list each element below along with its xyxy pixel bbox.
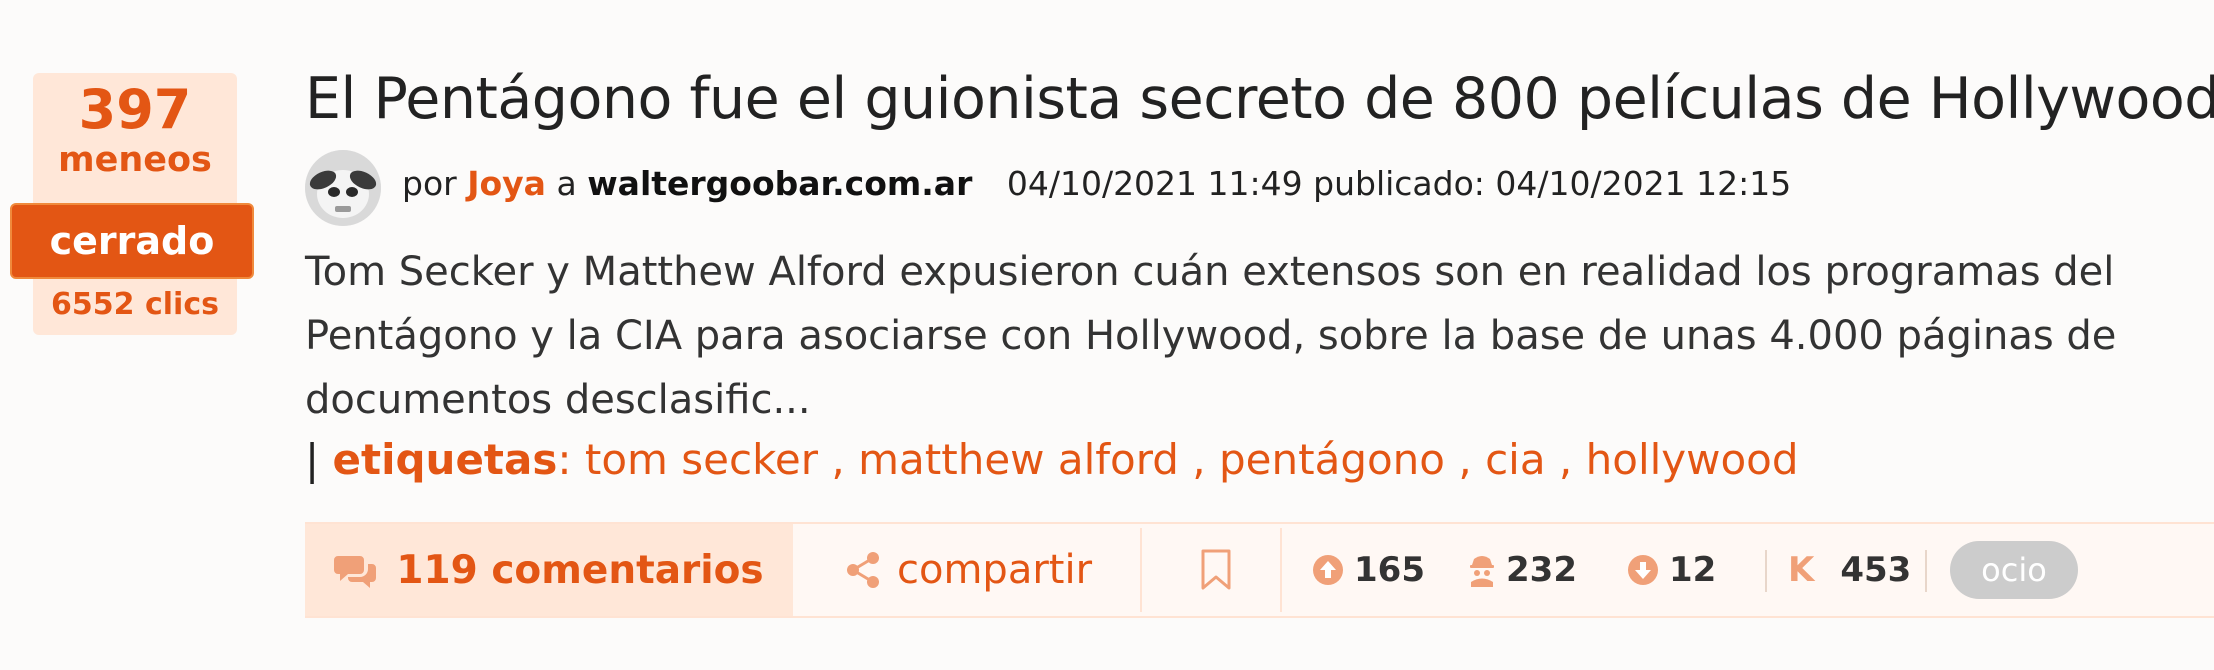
story-toolbar: 119 comentarios compartir 165 232 12 K 4… [305,522,2214,618]
tag-separator: , [818,435,859,484]
domain-link[interactable]: waltergoobar.com.ar [587,164,972,203]
tag-link[interactable]: hollywood [1586,435,1799,484]
arrow-up-circle-icon [1312,554,1344,586]
story-summary: Tom Secker y Matthew Alford expusieron c… [305,249,2117,423]
tags-label: etiquetas [332,435,558,484]
toolbar-divider [1280,528,1282,612]
votes-label: meneos [58,140,212,180]
stat-divider [1765,550,1767,592]
avatar[interactable] [305,150,381,226]
comments-button[interactable]: 119 comentarios [305,524,793,616]
karma: K 453 [1788,524,1911,616]
karma-icon: K [1788,550,1815,590]
sub-badge[interactable]: ocio [1950,541,2078,599]
at-word: a [556,164,577,203]
tags-line: | etiquetas: tom secker , matthew alford… [305,428,1799,492]
tags-divider: | [305,435,333,484]
anonymous-icon [1468,553,1496,587]
share-icon [845,551,881,589]
bookmark-icon [1201,549,1231,590]
tag-link[interactable]: matthew alford [858,435,1179,484]
tag-separator: , [1545,435,1586,484]
comments-label: 119 comentarios [396,547,764,593]
sent-date: 04/10/2021 11:49 [1006,164,1303,203]
bookmark-button[interactable] [1198,548,1234,592]
tag-separator: , [1445,435,1486,484]
votes-down: 12 [1627,524,1716,616]
votes-count: 397 [78,78,192,141]
clicks-count: 6552 clics [51,287,219,322]
votes-up-count: 165 [1354,550,1425,590]
tags-colon: : [557,435,585,484]
votes-down-count: 12 [1669,550,1717,590]
votes-anonymous: 232 [1468,524,1577,616]
votes-anonymous-count: 232 [1506,550,1577,590]
stat-divider [1925,550,1927,592]
share-label: compartir [897,547,1093,593]
status-button[interactable]: cerrado [10,203,254,279]
author-link[interactable]: Joya [467,164,546,203]
story-title[interactable]: El Pentágono fue el guionista secreto de… [305,68,2214,131]
tag-separator: , [1178,435,1219,484]
share-button[interactable]: compartir [845,524,1092,616]
avatar-image [305,150,381,226]
comments-icon [334,552,378,588]
karma-value: 453 [1840,550,1912,590]
tag-link[interactable]: tom secker [585,435,818,484]
toolbar-divider [1140,528,1142,612]
votes-up: 165 [1312,524,1425,616]
published-date: 04/10/2021 12:15 [1495,164,1792,203]
arrow-down-circle-icon [1627,554,1659,586]
by-prefix: por [402,164,457,203]
tag-link[interactable]: cia [1485,435,1546,484]
published-label: publicado: [1313,164,1485,203]
tag-link[interactable]: pentágono [1219,435,1445,484]
story-meta: por Joya a waltergoobar.com.ar 04/10/202… [402,164,1792,203]
